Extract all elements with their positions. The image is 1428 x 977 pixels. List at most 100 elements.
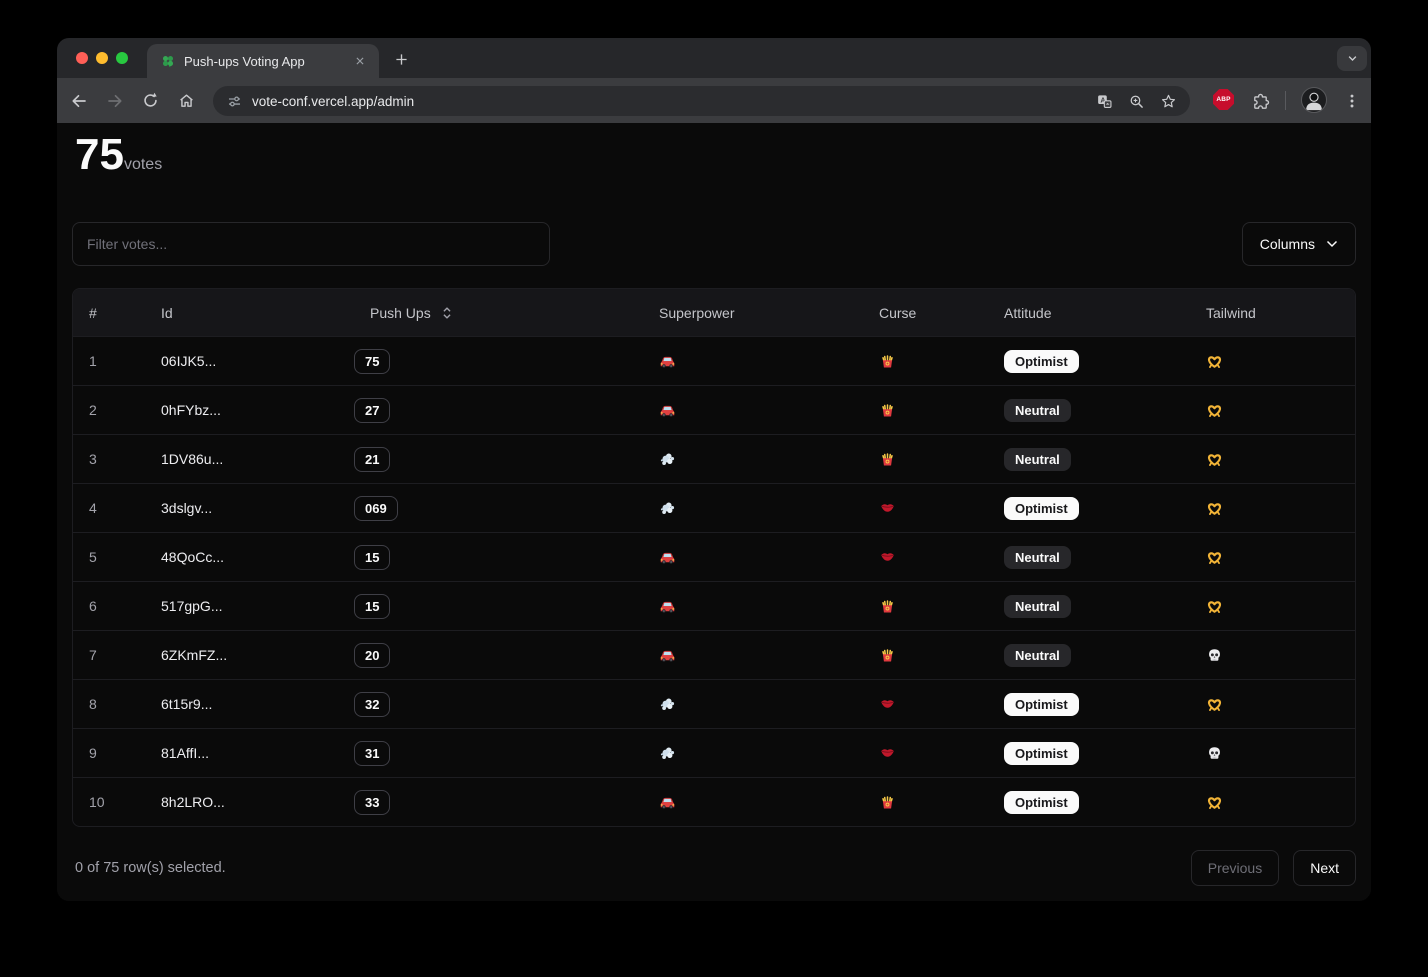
table-row[interactable]: 8 6t15r9... 32 Optimist: [73, 680, 1355, 729]
heart-hands-emoji-icon: [1206, 353, 1223, 370]
attitude-cell: Neutral: [988, 435, 1190, 484]
close-window-button[interactable]: [76, 52, 88, 64]
address-bar[interactable]: vote-conf.vercel.app/admin A: [213, 86, 1190, 116]
attitude-badge: Neutral: [1004, 644, 1071, 667]
next-page-button[interactable]: Next: [1293, 850, 1356, 886]
superpower-cell: [643, 729, 863, 778]
tailwind-cell: [1190, 631, 1355, 680]
table-row[interactable]: 3 1DV86u... 21 Neutral: [73, 435, 1355, 484]
id-cell: 81AffI...: [145, 729, 338, 778]
home-button[interactable]: [176, 90, 197, 111]
push-ups-badge: 069: [354, 496, 398, 521]
push-ups-badge: 32: [354, 692, 390, 717]
push-ups-cell: 75: [338, 337, 643, 386]
extensions-puzzle-icon[interactable]: [1249, 90, 1271, 112]
table-header-row: # Id Push Ups Superpower Curse: [73, 289, 1355, 337]
filter-votes-input[interactable]: [72, 222, 550, 266]
push-ups-cell: 32: [338, 680, 643, 729]
car-emoji-icon: [659, 647, 676, 664]
fries-emoji-icon: [879, 647, 896, 664]
header-row-number: #: [73, 289, 145, 337]
tab-search-button[interactable]: [1337, 46, 1367, 71]
row-number-cell: 1: [73, 337, 145, 386]
table-row[interactable]: 10 8h2LRO... 33 Optimist: [73, 778, 1355, 827]
heart-hands-emoji-icon: [1206, 598, 1223, 615]
tailwind-cell: [1190, 484, 1355, 533]
superpower-cell: [643, 680, 863, 729]
fries-emoji-icon: [879, 598, 896, 615]
id-cell: 3dslgv...: [145, 484, 338, 533]
table-row[interactable]: 9 81AffI... 31 Optimist: [73, 729, 1355, 778]
table-row[interactable]: 1 06IJK5... 75 Optimist: [73, 337, 1355, 386]
columns-dropdown-button[interactable]: Columns: [1242, 222, 1356, 266]
car-emoji-icon: [659, 402, 676, 419]
forward-button[interactable]: [104, 90, 125, 111]
superpower-cell: [643, 435, 863, 484]
curse-cell: [863, 582, 988, 631]
push-ups-badge: 21: [354, 447, 390, 472]
attitude-cell: Optimist: [988, 337, 1190, 386]
fries-emoji-icon: [879, 353, 896, 370]
attitude-cell: Optimist: [988, 729, 1190, 778]
table-row[interactable]: 6 517gpG... 15 Neutral: [73, 582, 1355, 631]
votes-table: # Id Push Ups Superpower Curse: [73, 289, 1355, 826]
car-emoji-icon: [659, 549, 676, 566]
translate-icon[interactable]: A: [1096, 93, 1113, 110]
curse-cell: [863, 631, 988, 680]
votes-table-container: # Id Push Ups Superpower Curse: [72, 288, 1356, 827]
dash-emoji-icon: [659, 500, 676, 517]
curse-cell: [863, 778, 988, 827]
back-button[interactable]: [68, 90, 89, 111]
browser-tab[interactable]: Push-ups Voting App: [147, 44, 379, 78]
header-curse: Curse: [863, 289, 988, 337]
site-settings-icon[interactable]: [226, 93, 243, 110]
zoom-icon[interactable]: [1128, 93, 1145, 110]
push-ups-cell: 15: [338, 582, 643, 631]
sort-push-ups-button[interactable]: Push Ups: [370, 305, 454, 321]
bookmark-star-icon[interactable]: [1160, 93, 1177, 110]
car-emoji-icon: [659, 598, 676, 615]
table-row[interactable]: 4 3dslgv... 069 Optimist: [73, 484, 1355, 533]
url-text: vote-conf.vercel.app/admin: [252, 94, 1087, 109]
push-ups-header-label: Push Ups: [370, 305, 431, 321]
table-row[interactable]: 5 48QoCc... 15 Neutral: [73, 533, 1355, 582]
id-cell: 48QoCc...: [145, 533, 338, 582]
header-id: Id: [145, 289, 338, 337]
tab-close-icon[interactable]: [351, 52, 369, 70]
table-footer: 0 of 75 row(s) selected. Previous Next: [72, 850, 1356, 886]
table-row[interactable]: 7 6ZKmFZ... 20 Neutral: [73, 631, 1355, 680]
push-ups-cell: 20: [338, 631, 643, 680]
push-ups-badge: 75: [354, 349, 390, 374]
header-push-ups: Push Ups: [338, 289, 643, 337]
id-cell: 6t15r9...: [145, 680, 338, 729]
maximize-window-button[interactable]: [116, 52, 128, 64]
heart-hands-emoji-icon: [1206, 451, 1223, 468]
curse-cell: [863, 533, 988, 582]
push-ups-badge: 33: [354, 790, 390, 815]
heart-hands-emoji-icon: [1206, 500, 1223, 517]
row-number-cell: 8: [73, 680, 145, 729]
new-tab-button[interactable]: [391, 49, 411, 69]
sort-icon: [440, 306, 454, 320]
curse-cell: [863, 680, 988, 729]
kiss-emoji-icon: [879, 696, 896, 713]
previous-page-button[interactable]: Previous: [1191, 850, 1279, 886]
tailwind-cell: [1190, 582, 1355, 631]
superpower-cell: [643, 582, 863, 631]
menu-dots-icon[interactable]: [1341, 90, 1363, 112]
header-superpower: Superpower: [643, 289, 863, 337]
minimize-window-button[interactable]: [96, 52, 108, 64]
attitude-badge: Optimist: [1004, 742, 1079, 765]
push-ups-badge: 15: [354, 545, 390, 570]
votes-label: votes: [124, 156, 162, 173]
reload-button[interactable]: [140, 90, 161, 111]
tailwind-cell: [1190, 680, 1355, 729]
tab-strip: Push-ups Voting App: [57, 38, 1371, 78]
profile-avatar[interactable]: [1301, 87, 1327, 113]
curse-cell: [863, 386, 988, 435]
push-ups-cell: 27: [338, 386, 643, 435]
adblock-badge[interactable]: ABP: [1213, 89, 1234, 110]
table-row[interactable]: 2 0hFYbz... 27 Neutral: [73, 386, 1355, 435]
push-ups-cell: 33: [338, 778, 643, 827]
row-number-cell: 3: [73, 435, 145, 484]
